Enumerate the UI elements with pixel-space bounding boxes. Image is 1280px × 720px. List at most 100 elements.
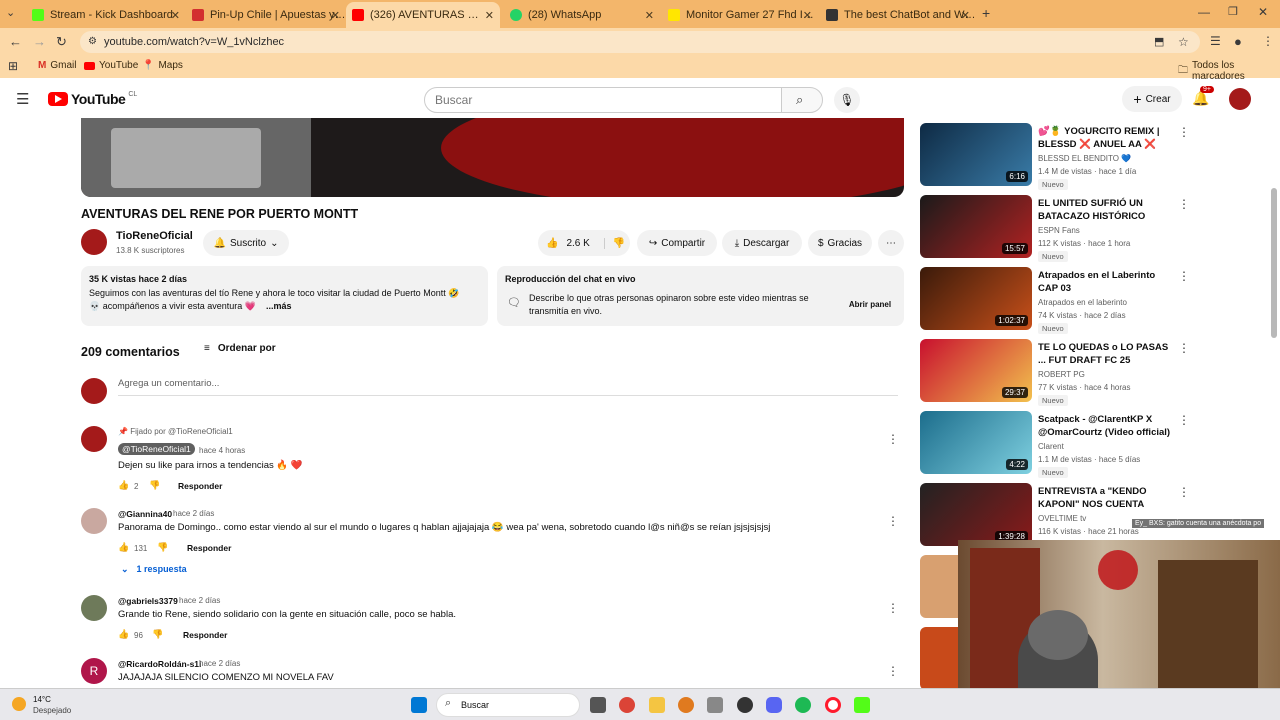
comment-dislike-button[interactable]: 👎 — [149, 480, 160, 491]
comment-menu-icon[interactable]: ⋮ — [887, 664, 899, 678]
comment-author-chip[interactable]: @TioReneOficial1 — [118, 443, 195, 455]
comment-time[interactable]: hace 2 días — [199, 659, 240, 668]
video-thumbnail[interactable]: 29:37 — [920, 339, 1032, 402]
comment-avatar[interactable] — [81, 508, 107, 534]
bookmark-maps[interactable]: 📍 Maps — [142, 60, 183, 71]
close-icon[interactable]: ✕ — [485, 9, 494, 22]
reading-list-icon[interactable]: ☰ — [1210, 34, 1221, 48]
related-video-title[interactable]: EL UNITED SUFRIÓ UN BATACAZO HISTÓRICO A… — [1038, 197, 1173, 223]
back-icon[interactable]: ← — [9, 34, 22, 49]
related-video-thumbnail-partial[interactable] — [920, 555, 960, 618]
close-icon[interactable]: ✕ — [803, 9, 812, 22]
related-video-thumbnail-partial[interactable] — [920, 627, 960, 690]
channel-name[interactable]: TioReneOficial — [116, 230, 193, 242]
maximize-icon[interactable]: ❐ — [1228, 5, 1238, 18]
related-video-title[interactable]: ENTREVISTA a "KENDO KAPONI" NOS CUENTA S… — [1038, 485, 1173, 511]
install-icon[interactable]: ⬒ — [1154, 31, 1164, 53]
video-menu-icon[interactable]: ⋮ — [1178, 341, 1190, 355]
app-icon[interactable] — [737, 697, 753, 713]
search-input[interactable]: Buscar — [424, 87, 782, 113]
site-info-icon[interactable]: ⚙ — [88, 31, 97, 53]
task-view-icon[interactable] — [590, 697, 606, 713]
search-button[interactable]: ⌕ — [781, 87, 823, 113]
opera-icon[interactable] — [825, 697, 841, 713]
tab-list-icon[interactable]: ⌄ — [6, 6, 15, 19]
comment-author[interactable]: @RicardoRoldán-s1i — [118, 659, 201, 669]
related-video-channel[interactable]: ESPN Fans — [1038, 226, 1080, 235]
related-video-title[interactable]: Scatpack - @ClarentKP X @OmarCourtz (Vid… — [1038, 413, 1173, 439]
related-video-title[interactable]: 💕🍍 YOGURCITO REMIX | BLESSD ❌ ANUEL AA ❌… — [1038, 125, 1173, 151]
page-scrollbar[interactable] — [1271, 188, 1277, 338]
bookmark-gmail[interactable]: M Gmail — [38, 60, 76, 71]
file-explorer-icon[interactable] — [649, 697, 665, 713]
tab-chatbot[interactable]: The best ChatBot and Widgets✕ — [820, 4, 976, 26]
tab-monitor[interactable]: Monitor Gamer 27 Fhd Ips Hdr✕ — [662, 4, 818, 26]
discord-icon[interactable] — [766, 697, 782, 713]
video-player[interactable] — [81, 118, 904, 197]
related-video-item[interactable]: 15:57 EL UNITED SUFRIÓ UN BATACAZO HISTÓR… — [920, 195, 1190, 262]
chrome-icon[interactable] — [619, 697, 635, 713]
comment-like-button[interactable]: 👍 — [118, 629, 129, 640]
kick-icon[interactable] — [854, 697, 870, 713]
new-tab-icon[interactable]: + — [982, 5, 990, 21]
subscribed-button[interactable]: 🔔 Suscrito ⌄ — [203, 230, 289, 256]
hamburger-menu-icon[interactable]: ☰ — [16, 90, 29, 108]
bookmark-star-icon[interactable]: ☆ — [1178, 31, 1189, 53]
all-bookmarks[interactable]: 🗀 Todos los marcadores — [1178, 60, 1280, 82]
comment-dislike-button[interactable]: 👎 — [157, 542, 168, 553]
video-thumbnail[interactable]: 4:22 — [920, 411, 1032, 474]
tab-pinup[interactable]: Pin-Up Chile | Apuestas y Casino✕ — [186, 4, 346, 26]
close-icon[interactable]: ✕ — [171, 9, 180, 22]
reply-button[interactable]: Responder — [187, 543, 231, 553]
account-avatar[interactable] — [1229, 88, 1251, 110]
comment-time[interactable]: hace 2 días — [179, 596, 220, 605]
related-video-item[interactable]: 6:16 💕🍍 YOGURCITO REMIX | BLESSD ❌ ANUEL … — [920, 123, 1190, 190]
address-bar[interactable]: ⚙ youtube.com/watch?v=W_1vNclzhec ⬒ ☆ — [80, 31, 1200, 53]
add-comment-input[interactable]: Agrega un comentario... — [118, 378, 898, 396]
tab-whatsapp[interactable]: (28) WhatsApp ✕ — [504, 4, 660, 26]
related-video-title[interactable]: Atrapados en el Laberinto CAP 03 — [1038, 269, 1173, 295]
video-menu-icon[interactable]: ⋮ — [1178, 413, 1190, 427]
related-video-channel[interactable]: BLESSD EL BENDITO 💙 — [1038, 154, 1131, 163]
comment-time[interactable]: hace 2 días — [173, 509, 214, 518]
comment-like-button[interactable]: 👍 — [118, 480, 129, 491]
related-video-item[interactable]: 1:39:28 ENTREVISTA a "KENDO KAPONI" NOS C… — [920, 483, 1190, 547]
show-more-link[interactable]: ...más — [266, 301, 292, 311]
dislike-button[interactable]: 👎 — [603, 237, 625, 249]
voice-search-button[interactable]: 🎙 — [834, 87, 860, 113]
apps-grid-icon[interactable]: ⊞ — [8, 59, 18, 73]
tab-youtube-active[interactable]: (326) AVENTURAS DEL RENE ✕ — [346, 2, 500, 28]
windows-start-icon[interactable] — [411, 697, 427, 713]
video-thumbnail[interactable]: 1:39:28 — [920, 483, 1032, 546]
create-button[interactable]: + Crear — [1122, 86, 1182, 112]
sort-comments-button[interactable]: ≡ Ordenar por — [204, 343, 276, 354]
comment-like-button[interactable]: 👍 — [118, 542, 129, 553]
related-video-channel[interactable]: Clarent — [1038, 442, 1064, 451]
comment-author[interactable]: @Giannina40 — [118, 509, 172, 519]
tab-kick[interactable]: Stream - Kick Dashboard ✕ — [26, 4, 186, 26]
download-button[interactable]: ⤓ Descargar — [722, 230, 802, 256]
video-menu-icon[interactable]: ⋮ — [1178, 125, 1190, 139]
channel-avatar[interactable] — [81, 229, 107, 255]
video-thumbnail[interactable]: 15:57 — [920, 195, 1032, 258]
video-thumbnail[interactable]: 1:02:37 — [920, 267, 1032, 330]
thanks-button[interactable]: $ Gracias — [808, 230, 872, 256]
youtube-logo[interactable]: YouTube CL — [48, 91, 137, 107]
video-menu-icon[interactable]: ⋮ — [1178, 197, 1190, 211]
app-icon[interactable] — [707, 697, 723, 713]
video-menu-icon[interactable]: ⋮ — [1178, 269, 1190, 283]
comment-time[interactable]: hace 4 horas — [199, 446, 245, 455]
comment-avatar[interactable] — [81, 426, 107, 452]
description-box[interactable]: 35 K vistas hace 2 días Seguimos con las… — [81, 266, 488, 326]
related-video-channel[interactable]: OVELTIME tv — [1038, 514, 1086, 523]
app-icon[interactable] — [678, 697, 694, 713]
related-video-channel[interactable]: Atrapados en el laberinto — [1038, 298, 1127, 307]
forward-icon[interactable]: → — [33, 34, 46, 49]
close-icon[interactable]: ✕ — [331, 9, 340, 22]
close-icon[interactable]: ✕ — [961, 9, 970, 22]
comment-author[interactable]: @gabriels3379 — [118, 596, 178, 606]
window-close-icon[interactable]: ✕ — [1258, 5, 1268, 19]
bookmark-youtube[interactable]: YouTube — [84, 60, 138, 71]
video-thumbnail[interactable]: 6:16 — [920, 123, 1032, 186]
close-icon[interactable]: ✕ — [645, 9, 654, 22]
